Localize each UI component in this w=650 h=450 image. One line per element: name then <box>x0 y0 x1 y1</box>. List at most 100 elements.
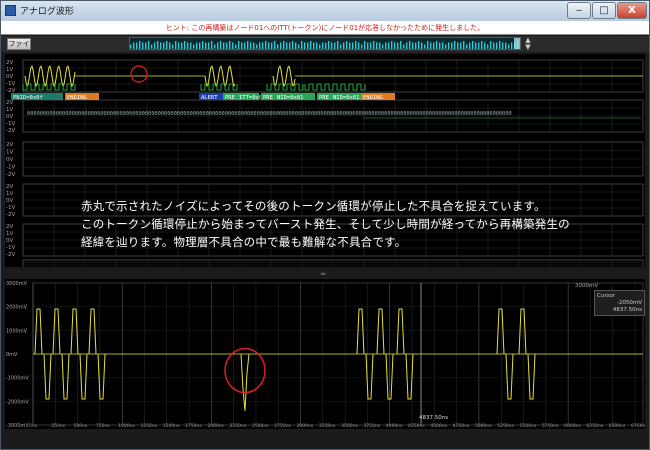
y-tick-label: 2000mV <box>6 305 28 311</box>
channel-y-label: 2V <box>6 224 13 230</box>
overview-bar <box>247 41 249 49</box>
overview-bar <box>430 42 432 49</box>
overview-bar <box>424 44 426 49</box>
x-tick-label: 5500ns <box>520 423 537 429</box>
overview-bar <box>238 41 240 49</box>
overview-bar <box>211 41 213 49</box>
overview-bar <box>496 42 498 49</box>
overview-bar <box>274 41 276 49</box>
overview-bar <box>511 42 513 49</box>
overview-bar <box>205 42 207 49</box>
overview-bar <box>316 42 318 49</box>
overview-bar <box>445 44 447 49</box>
overview-bar <box>256 44 258 49</box>
decode-label: ENDING <box>67 95 87 101</box>
overview-bar <box>151 44 153 49</box>
overview-bar <box>421 42 423 49</box>
app-window: アナログ波形 ‒ □ X ヒント: この再構築はノード01へのITT(トークン)… <box>0 0 650 450</box>
overview-bar <box>253 42 255 49</box>
overview-bar <box>385 42 387 49</box>
decode-labels: PNID=0x0f ENDING ALERT PRE ITT=0x0 PRE NID=0x0… <box>11 93 395 101</box>
y-tick-label: -3000mV <box>6 423 29 429</box>
overview-bar <box>250 42 252 49</box>
overview-bar <box>157 41 159 49</box>
overview-bar <box>394 42 396 49</box>
overview-bar <box>154 42 156 49</box>
overview-bar <box>472 41 474 49</box>
overview-bar <box>130 44 132 49</box>
overview-bar <box>166 41 168 49</box>
overview-bar <box>283 41 285 49</box>
overview-bar <box>187 42 189 49</box>
overview-bar <box>193 44 195 49</box>
analog-waveform: 3000mV 2000mV 1000mV 0mV -1000mV -2000mV -3000… <box>6 281 648 429</box>
panel-splitter[interactable]: ═ <box>5 267 645 279</box>
annotation-line-2: このトークン循環停止から始まってバースト発生、そして少し時間が経ってから再構築発… <box>81 217 570 231</box>
annotation-line-3: 経緯を辿ります。物理層不具合の中で最も難解な不具合です。 <box>81 235 407 249</box>
overview-waveform <box>130 41 519 49</box>
overview-bar <box>133 42 135 49</box>
overview-bar <box>310 41 312 49</box>
overview-scroll-arrows[interactable]: ▲ ▼ <box>523 37 533 51</box>
overview-bar <box>244 42 246 49</box>
maximize-button[interactable]: □ <box>592 2 616 19</box>
overview-bar <box>220 41 222 49</box>
x-tick-label: 750ns <box>96 423 110 429</box>
overview-bar <box>199 42 201 49</box>
channel-1: 2V1V0V-1V-2V <box>6 59 644 94</box>
overview-bar <box>502 42 504 49</box>
overview-bar <box>349 42 351 49</box>
file-menu-button[interactable]: ファイル <box>7 38 31 58</box>
overview-bar <box>355 41 357 49</box>
overview-bar <box>370 42 372 49</box>
overview-bar <box>235 44 237 49</box>
overview-bar <box>232 42 234 49</box>
overview-bar <box>343 42 345 49</box>
overview-bar <box>328 41 330 49</box>
x-tick-label: 2250ns <box>230 423 247 429</box>
overview-strip[interactable] <box>129 37 521 50</box>
overview-bar <box>313 42 315 49</box>
overview-bar <box>418 41 420 49</box>
channel-y-label: 1V <box>6 150 13 156</box>
x-tick-label: 6000ns <box>564 423 581 429</box>
overview-bar <box>277 44 279 49</box>
x-tick-label: 3750ns <box>363 423 380 429</box>
overview-bar <box>373 41 375 49</box>
channel-y-label: -1V <box>6 121 15 127</box>
overview-bar <box>475 42 477 49</box>
channel-y-label: 2V <box>6 142 13 148</box>
x-tick-label: 6500ns <box>609 423 626 429</box>
overview-bar <box>268 42 270 49</box>
channel-y-label: 2V <box>6 60 13 66</box>
overview-bar <box>439 42 441 49</box>
x-tick-label: 2750ns <box>274 423 291 429</box>
overview-bar <box>391 41 393 49</box>
overview-bar <box>346 41 348 49</box>
close-button[interactable]: X <box>617 2 647 19</box>
channel-y-label: 0V <box>6 114 13 120</box>
overview-selection[interactable] <box>514 38 520 49</box>
decode-label: NID=0x01 <box>333 95 360 101</box>
overview-bar <box>208 42 210 49</box>
overview-bar <box>178 42 180 49</box>
x-tick-label: 4000ns <box>386 423 403 429</box>
overview-bar <box>223 42 225 49</box>
minimize-button[interactable]: ‒ <box>567 2 591 19</box>
channel-2: 2V1V0V-1V-2V <box>6 99 644 134</box>
overview-bar <box>139 41 141 49</box>
overview-bar <box>190 42 192 49</box>
overview-bar <box>481 41 483 49</box>
hint-banner: ヒント: この再構築はノード01へのITT(トークン)にノード01が応答しなかっ… <box>1 21 649 35</box>
channel-y-label: -1V <box>6 245 15 251</box>
channel-y-label: 2V <box>6 184 13 190</box>
cursor-readout: Cursor -2050mV 4837.50ns <box>594 290 645 316</box>
channel-6 <box>22 259 644 267</box>
overview-bar <box>388 42 390 49</box>
window-title: アナログ波形 <box>20 7 74 17</box>
x-tick-label: 0ns <box>29 423 38 429</box>
x-tick-label: 3000ns <box>297 423 314 429</box>
overview-bar <box>442 42 444 49</box>
x-tick-label: 3500ns <box>341 423 358 429</box>
overview-bar <box>466 44 468 49</box>
